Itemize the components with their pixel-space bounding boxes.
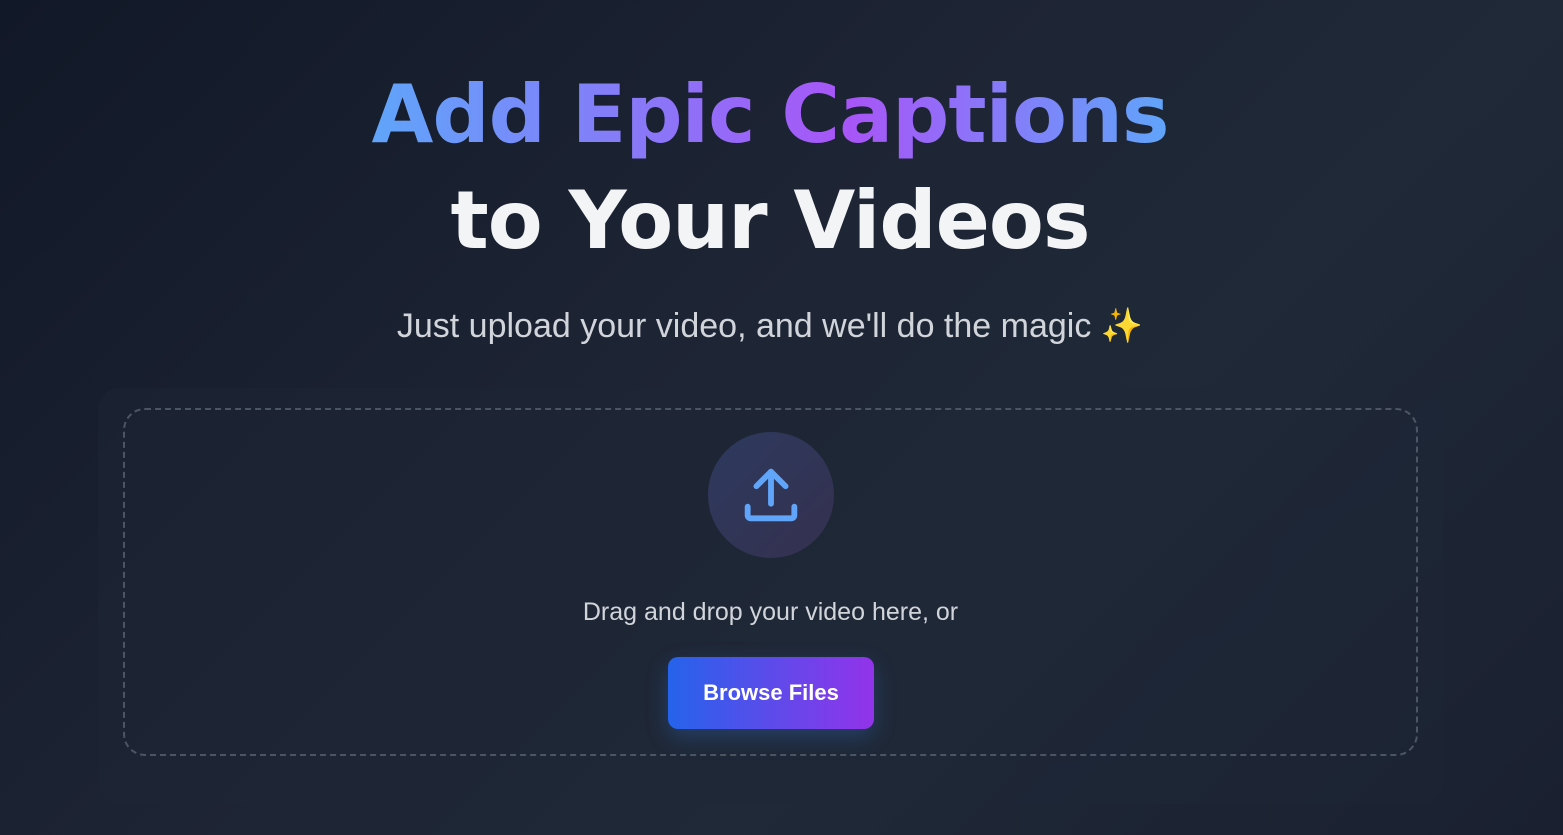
headline-plain-text: to Your Videos [450, 174, 1091, 267]
page-title: Add Epic Captions to Your Videos [0, 62, 1540, 274]
dropzone-instruction: Drag and drop your video here, or [582, 598, 959, 626]
hero-section: Add Epic Captions to Your Videos Just up… [0, 62, 1540, 346]
hero-subtitle: Just upload your video, and we'll do the… [396, 307, 1144, 345]
video-dropzone[interactable]: Drag and drop your video here, or Browse… [123, 408, 1418, 756]
headline-gradient-text: Add Epic Captions [371, 62, 1169, 168]
browse-files-button[interactable]: Browse Files [668, 657, 874, 729]
upload-icon-badge [708, 432, 834, 558]
upload-icon [744, 468, 798, 522]
